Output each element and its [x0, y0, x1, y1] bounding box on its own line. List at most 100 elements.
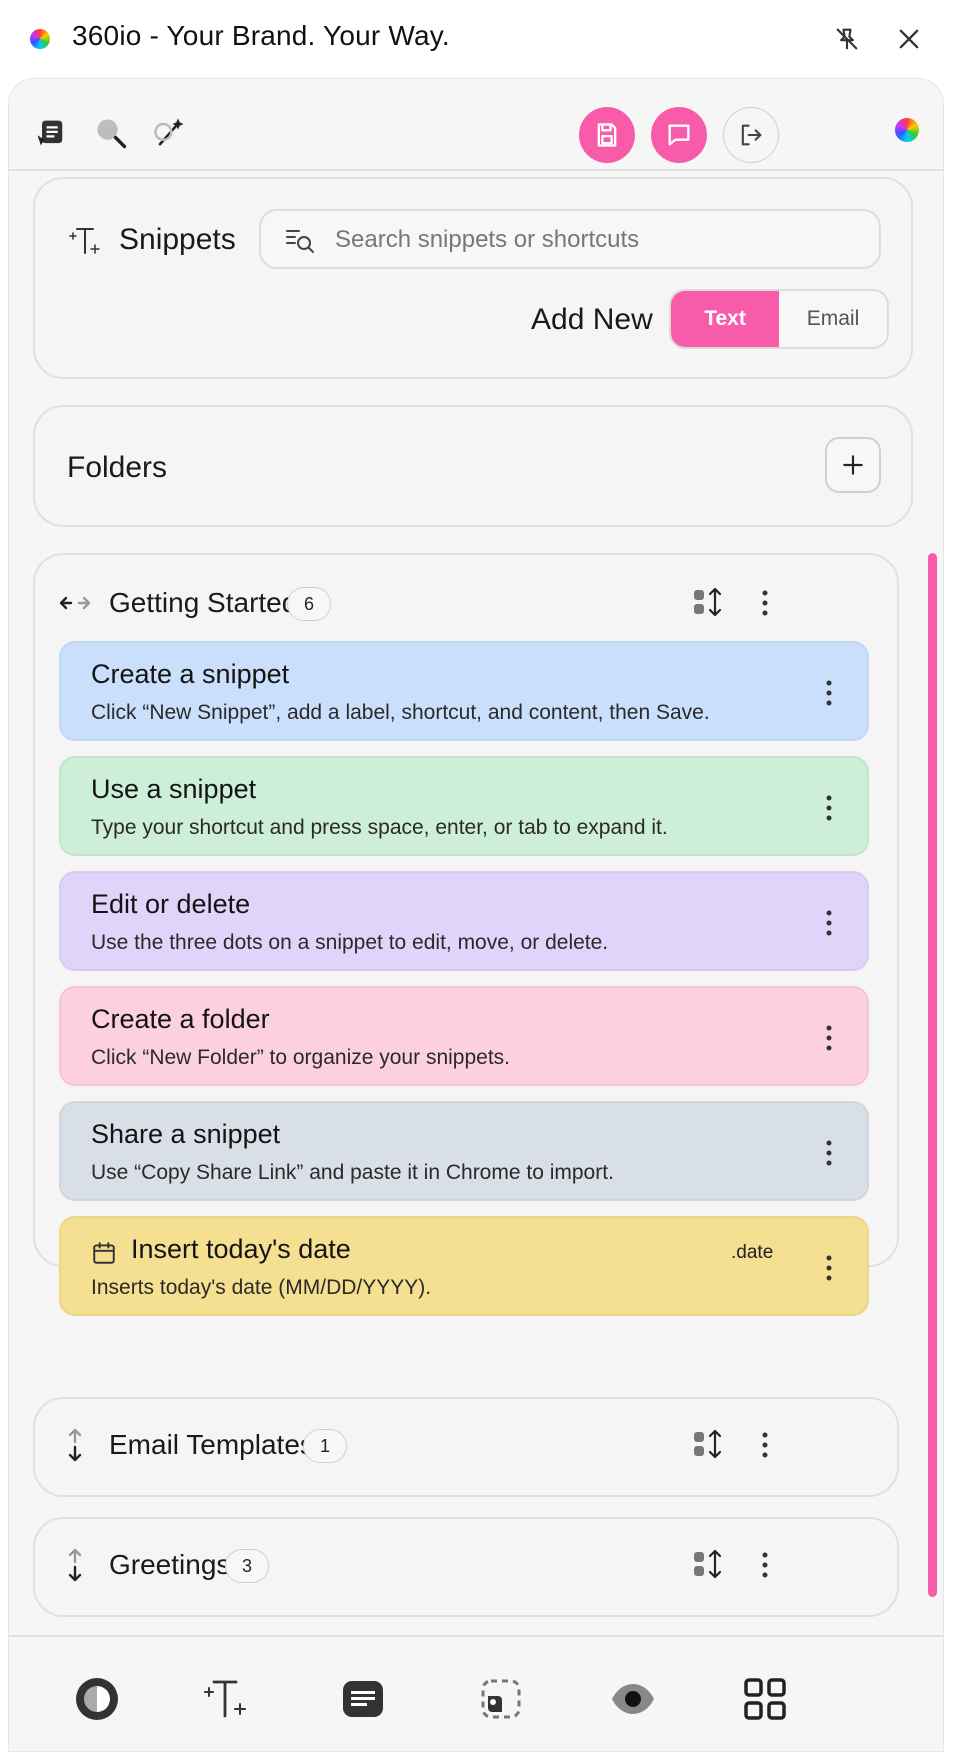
folder-header[interactable]: Email Templates 1 [35, 1399, 897, 1495]
add-new-label: Add New [531, 303, 653, 336]
snippets-list-button[interactable] [31, 113, 71, 153]
screenshot-icon [481, 1679, 521, 1719]
window-title: 360io - Your Brand. Your Way. [72, 20, 450, 51]
search-field[interactable] [259, 209, 881, 269]
snippets-icon [204, 1680, 246, 1718]
search-icon [97, 119, 127, 149]
snippet-shortcut: .date [731, 1242, 774, 1263]
nav-screenshot-button[interactable] [477, 1675, 525, 1723]
reorder-icon[interactable] [691, 1427, 725, 1461]
folder-count-badge: 1 [303, 1429, 347, 1463]
folder-title: Email Templates [109, 1429, 314, 1460]
kebab-menu-icon [762, 1552, 768, 1578]
kebab-menu-icon [826, 1140, 832, 1166]
snippet-title: Create a folder [91, 1004, 270, 1034]
nav-snippets-button[interactable] [201, 1675, 249, 1723]
calendar-icon [93, 1242, 115, 1264]
snippet-title: Use a snippet [91, 774, 257, 804]
kebab-menu-icon [826, 680, 832, 706]
snippet-menu-button[interactable] [817, 1135, 841, 1171]
search-button[interactable] [91, 113, 131, 153]
magic-wand-icon [154, 118, 184, 146]
snippet-item[interactable]: Edit or delete Use the three dots on a s… [59, 871, 869, 971]
brand-logo-icon [895, 118, 919, 142]
notes-icon [343, 1681, 383, 1717]
window-titlebar: 360io - Your Brand. Your Way. [0, 0, 954, 78]
apps-grid-icon [744, 1678, 786, 1720]
scrollbar-thumb[interactable] [928, 553, 937, 1597]
search-input[interactable] [335, 223, 855, 257]
snippet-description: Click “New Snippet”, add a label, shortc… [91, 701, 710, 724]
snippet-title: Share a snippet [91, 1119, 281, 1149]
snippet-item[interactable]: Create a snippet Click “New Snippet”, ad… [59, 641, 869, 741]
snippet-description: Use “Copy Share Link” and paste it in Ch… [91, 1161, 614, 1184]
reorder-icon[interactable] [691, 585, 725, 619]
logout-icon [741, 124, 762, 146]
snippet-item[interactable]: Use a snippet Type your shortcut and pre… [59, 756, 869, 856]
preview-eye-icon [612, 1684, 654, 1714]
kebab-menu-icon [826, 1025, 832, 1051]
folder-count-badge: 6 [287, 587, 331, 621]
snippet-description: Inserts today's date (MM/DD/YYYY). [91, 1276, 432, 1299]
snippet-description: Type your shortcut and press space, ente… [91, 816, 668, 839]
nav-preview-button[interactable] [609, 1675, 657, 1723]
type-email-button[interactable]: Email [779, 291, 887, 347]
close-button[interactable] [892, 22, 926, 56]
folder-header[interactable]: Greetings 3 [35, 1519, 897, 1615]
top-toolbar [9, 79, 943, 171]
folder-getting-started: Getting Started 6 Create a snippet Click… [33, 553, 899, 1316]
folder-menu-button[interactable] [753, 585, 777, 621]
folder-email-templates: Email Templates 1 [33, 1397, 899, 1497]
text-snippet-icon [69, 228, 100, 254]
expand-arrows-icon[interactable] [57, 1547, 93, 1583]
folders-card: Folders [33, 405, 913, 527]
snippets-list-icon [37, 120, 63, 146]
kebab-menu-icon [826, 795, 832, 821]
kebab-menu-icon [826, 1255, 832, 1281]
snippet-menu-button[interactable] [817, 1020, 841, 1056]
save-button[interactable] [579, 107, 635, 163]
type-text-button[interactable]: Text [671, 291, 779, 347]
snippet-menu-button[interactable] [817, 1250, 841, 1286]
bottom-navigation [9, 1635, 943, 1751]
chat-bubble-icon [668, 124, 690, 146]
kebab-menu-icon [762, 1432, 768, 1458]
unpin-button[interactable] [830, 22, 864, 56]
snippet-item[interactable]: Create a folder Click “New Folder” to or… [59, 986, 869, 1086]
folder-header[interactable]: Getting Started 6 [35, 555, 897, 651]
folder-menu-button[interactable] [753, 1547, 777, 1583]
chat-button[interactable] [651, 107, 707, 163]
snippet-title: Edit or delete [91, 889, 251, 919]
theme-icon [76, 1678, 118, 1720]
snippet-menu-button[interactable] [817, 905, 841, 941]
snippet-title: Insert today's date [131, 1234, 351, 1264]
snippet-menu-button[interactable] [817, 790, 841, 826]
collapse-arrows-icon[interactable] [57, 585, 93, 621]
main-panel: Snippets Add New Text Email Folders Gett… [8, 78, 944, 1752]
snippet-item[interactable]: Share a snippet Use “Copy Share Link” an… [59, 1101, 869, 1201]
reorder-icon[interactable] [691, 1547, 725, 1581]
add-folder-button[interactable] [825, 437, 881, 493]
nav-theme-button[interactable] [73, 1675, 121, 1723]
unpin-icon [836, 28, 858, 50]
kebab-menu-icon [762, 590, 768, 616]
expand-arrows-icon[interactable] [57, 1427, 93, 1463]
folder-title: Greetings [109, 1549, 231, 1580]
snippets-header-card: Snippets Add New Text Email [33, 177, 913, 379]
folder-menu-button[interactable] [753, 1427, 777, 1463]
folder-title: Getting Started [109, 587, 298, 618]
snippet-description: Use the three dots on a snippet to edit,… [91, 931, 609, 954]
folder-greetings: Greetings 3 [33, 1517, 899, 1617]
snippet-description: Click “New Folder” to organize your snip… [91, 1046, 510, 1069]
snippets-title: Snippets [119, 223, 236, 256]
kebab-menu-icon [826, 910, 832, 936]
nav-apps-button[interactable] [741, 1675, 789, 1723]
snippet-menu-button[interactable] [817, 675, 841, 711]
logout-button[interactable] [723, 107, 779, 163]
nav-notes-button[interactable] [339, 1675, 387, 1723]
save-icon [597, 123, 617, 147]
app-logo-icon [30, 29, 50, 49]
folders-title: Folders [67, 451, 168, 484]
ai-assist-button[interactable] [149, 113, 189, 153]
snippet-item[interactable]: Insert today's date .date Inserts today'… [59, 1216, 869, 1316]
